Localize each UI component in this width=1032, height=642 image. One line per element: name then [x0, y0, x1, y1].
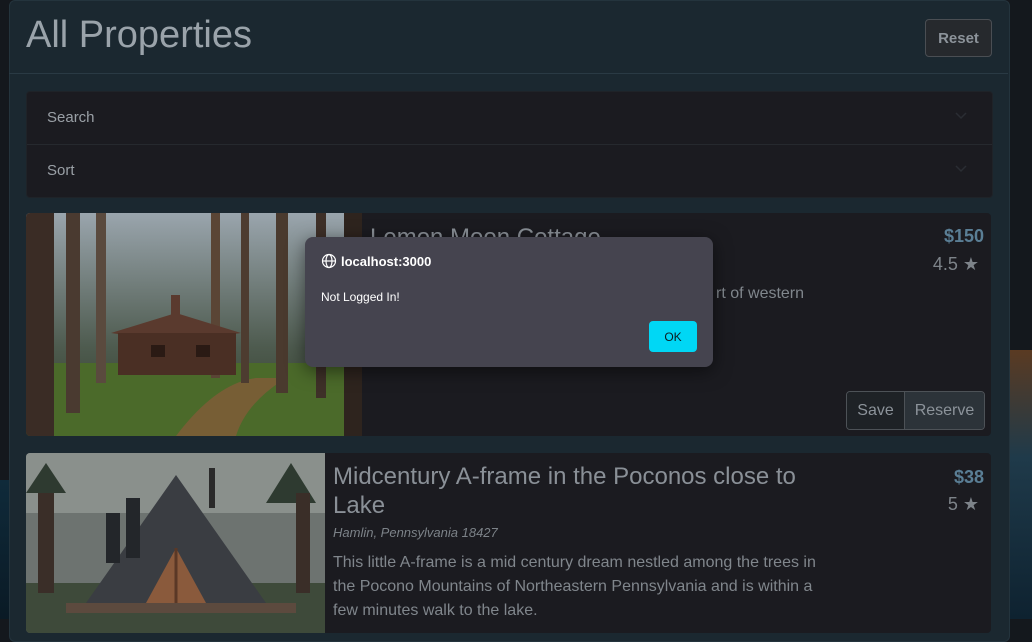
search-accordion-item[interactable]: Search [27, 92, 992, 145]
property-price: $150 [943, 226, 984, 246]
property-description: This little A-frame is a mid century dre… [333, 554, 816, 619]
card-actions: Save Reserve [846, 391, 985, 430]
sort-accordion-label: Sort [47, 162, 75, 179]
reset-button[interactable]: Reset [925, 19, 992, 57]
property-rating: 4.5 ★ [932, 254, 979, 274]
property-title[interactable]: Midcentury A-frame in the Poconos close … [333, 462, 823, 520]
page-header: All Properties Reset [9, 0, 1008, 74]
chevron-down-icon [955, 112, 967, 120]
chevron-down-icon [955, 165, 967, 173]
globe-icon [321, 253, 337, 269]
dialog-message: Not Logged In! [321, 290, 400, 304]
page-title: All Properties [26, 14, 252, 56]
ok-button[interactable]: OK [649, 321, 697, 352]
sort-accordion-item[interactable]: Sort [27, 145, 992, 197]
dialog-origin: localhost:3000 [341, 254, 432, 269]
save-button[interactable]: Save [847, 392, 905, 429]
search-accordion-label: Search [47, 109, 95, 126]
property-price: $38 [953, 467, 984, 487]
filter-accordion: Search Sort [26, 91, 993, 198]
property-location: Hamlin, Pennsylvania 18427 [333, 525, 498, 540]
reserve-button[interactable]: Reserve [905, 392, 984, 429]
property-card: Midcentury A-frame in the Poconos close … [26, 453, 991, 633]
property-photo-a-frame[interactable] [26, 453, 325, 633]
alert-dialog: localhost:3000 Not Logged In! OK [305, 237, 713, 367]
property-description: rt of western [716, 285, 805, 302]
property-rating: 5 ★ [947, 494, 979, 514]
